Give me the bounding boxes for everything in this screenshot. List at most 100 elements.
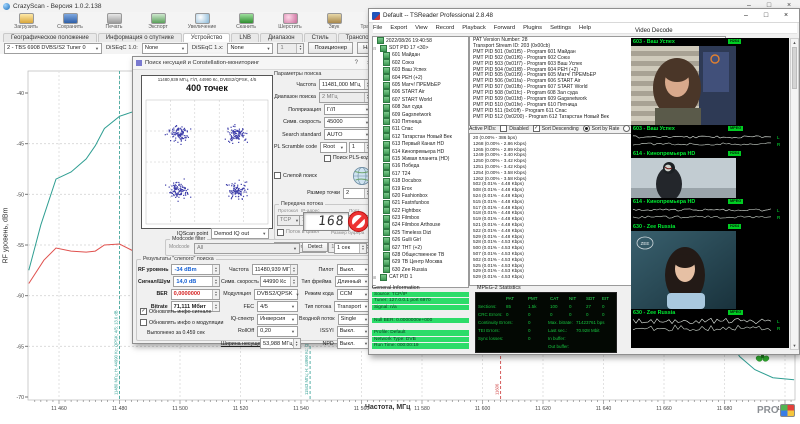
- menu-playback[interactable]: Playback: [462, 25, 486, 31]
- tree-item[interactable]: 623 Filmbox: [373, 214, 468, 221]
- expand-icon[interactable]: ⊟: [373, 46, 378, 51]
- detect-button[interactable]: Detect: [302, 242, 328, 252]
- tsreader-window: Default -- TSReader Professional 2.8.48 …: [368, 8, 800, 355]
- param-частота[interactable]: 11481,000 МГц▲▼: [319, 79, 372, 90]
- result-value[interactable]: 0,20▼: [257, 326, 298, 337]
- result-value[interactable]: Инверсия▼: [257, 314, 298, 325]
- minimize-icon[interactable]: –: [741, 12, 751, 19]
- stop-button[interactable]: [348, 211, 369, 232]
- tree-item[interactable]: 612 Татарстан Новый Век: [373, 133, 468, 140]
- video-pane-scrollbar[interactable]: ▲ ▼: [790, 38, 799, 350]
- menu-file[interactable]: File: [373, 25, 382, 31]
- tree-item[interactable]: 2022/08/26 19:40:58: [373, 37, 468, 44]
- tree-item[interactable]: 629 ТВ Центр Москва: [373, 259, 468, 266]
- video-thumbnail[interactable]: ZEE: [631, 231, 736, 309]
- tree-item[interactable]: 628 Общественное ТВ: [373, 251, 468, 258]
- stream-icon: [383, 163, 390, 170]
- update-signal-checkbox[interactable]: ✓Обновлять инфо сигнале: [140, 308, 211, 315]
- result-value[interactable]: Single▼: [338, 314, 371, 325]
- tree-item[interactable]: 622 Fightbox: [373, 207, 468, 214]
- audio-channel-label: 630 - Zee RussiaMPEG: [631, 309, 789, 317]
- tree-item[interactable]: ⊞CAT PID 1: [373, 274, 468, 281]
- menu-help[interactable]: Help: [579, 25, 591, 31]
- pl-scramble-select[interactable]: Root▼: [320, 142, 347, 153]
- menu-plugins[interactable]: Plugins: [523, 25, 542, 31]
- result-value[interactable]: DVBS2/QPSK▼: [254, 289, 298, 300]
- disabled-checkbox[interactable]: Disabled: [500, 125, 528, 132]
- blind-search-checkbox[interactable]: Слепой поиск: [274, 172, 317, 179]
- result-value[interactable]: 4/5▼: [257, 301, 298, 312]
- sort-by-rate-radio[interactable]: Sort by Rate: [583, 125, 620, 132]
- tree-item[interactable]: 605 Матч! ПРЕМЬЕР: [373, 81, 468, 88]
- tree-item[interactable]: 617 Т24: [373, 170, 468, 177]
- result-value[interactable]: Выкл.▼: [337, 264, 371, 275]
- tree-item[interactable]: 620 Fashionbox: [373, 192, 468, 199]
- scrollbar-thumb[interactable]: [792, 47, 797, 89]
- pls-search-checkbox[interactable]: Поиск PLS-кода: [324, 155, 372, 162]
- tree-item[interactable]: 606 START Air: [373, 89, 468, 96]
- tree-item[interactable]: ⊟SDT PID 17 <30>: [373, 44, 468, 51]
- result-value[interactable]: -34 dBm▲▼: [171, 264, 220, 275]
- tree-item[interactable]: 619 Erox: [373, 185, 468, 192]
- tree-item[interactable]: 627 ТНТ (+2): [373, 244, 468, 251]
- tree-item[interactable]: 625 Timeless Dizi: [373, 229, 468, 236]
- tree-item[interactable]: 602 Союз: [373, 59, 468, 66]
- result-value[interactable]: Длинный▼: [335, 276, 371, 287]
- stream-icon: [383, 155, 390, 162]
- stream-icon: [383, 200, 390, 207]
- tree-item[interactable]: 604 РЕН (+2): [373, 74, 468, 81]
- close-icon[interactable]: ×: [781, 12, 791, 19]
- result-value[interactable]: Transport▼: [334, 301, 371, 312]
- menu-record[interactable]: Record: [436, 25, 455, 31]
- result-value[interactable]: 44990 Кс▲▼: [260, 276, 298, 287]
- tree-item[interactable]: 608 Зал суда: [373, 104, 468, 111]
- mpeg2-stats-panel: PATPMTCATNITSDTEITSections:851.5k1000270…: [475, 292, 617, 353]
- tsreader-window-controls[interactable]: – □ ×: [741, 12, 791, 19]
- stream-icon: [383, 207, 390, 214]
- tree-item[interactable]: 607 START World: [373, 96, 468, 103]
- pro-tv-icon: [780, 404, 795, 417]
- menu-view[interactable]: View: [415, 25, 427, 31]
- stream-icon: [383, 259, 390, 266]
- menu-settings[interactable]: Settings: [550, 25, 571, 31]
- result-value[interactable]: Выкл.▼: [337, 326, 371, 337]
- pro-logo: PRO: [757, 404, 795, 417]
- result-value[interactable]: 0,0000000▲▼: [171, 289, 220, 300]
- tree-item[interactable]: 621 Fastnfunbox: [373, 200, 468, 207]
- result-value[interactable]: 14,0 dB▲▼: [173, 276, 220, 287]
- param-симв-скорость[interactable]: 45000▼: [324, 117, 372, 128]
- modcode-select[interactable]: All▼: [194, 243, 300, 254]
- result-value[interactable]: 11480,939 МГ▲▼: [252, 264, 298, 275]
- tree-item[interactable]: 615 Живая планета (HD): [373, 155, 468, 162]
- tree-item[interactable]: 611 Спас: [373, 126, 468, 133]
- tree-item[interactable]: 630 Zee Russia: [373, 266, 468, 273]
- expand-icon[interactable]: ⊞: [373, 275, 378, 280]
- update-modulation-checkbox[interactable]: Обновлять инфо о модуляции: [140, 319, 223, 326]
- tree-item[interactable]: 626 Gulli Girl: [373, 237, 468, 244]
- tree-item[interactable]: 603 Ваш Успех: [373, 67, 468, 74]
- result-value[interactable]: Выкл.▼: [337, 338, 371, 349]
- maximize-icon[interactable]: □: [761, 12, 771, 19]
- tree-item[interactable]: 609 Gagsnetwork: [373, 111, 468, 118]
- tree-item[interactable]: 614 Кинопремьера HD: [373, 148, 468, 155]
- result-value[interactable]: 53,988 МГц▲▼: [260, 338, 301, 349]
- tree-item[interactable]: 618 Docubox: [373, 177, 468, 184]
- iqscan-select[interactable]: Demod IQ out▼: [211, 228, 269, 239]
- param-диапазон-поиска[interactable]: 2 МГц▲▼: [319, 92, 372, 103]
- tree-item[interactable]: 601 Майдан: [373, 52, 468, 59]
- tree-item[interactable]: 613 Первый Канал HD: [373, 140, 468, 147]
- param-search-standard[interactable]: AUTO▼: [324, 129, 372, 140]
- video-thumbnail[interactable]: [631, 46, 736, 125]
- param-поляризация[interactable]: Г/Л▼: [324, 104, 372, 115]
- detect-period-spinner[interactable]: 1 сек▲▼: [334, 243, 367, 254]
- svg-text:11480 МГц; Н; 44990 Кс; QPSK;: 11480 МГц; Н; 44990 Кс; QPSK; 4/5; 13.6 …: [114, 310, 119, 395]
- menu-export[interactable]: Export: [390, 25, 407, 31]
- result-value[interactable]: CCM▼: [337, 289, 371, 300]
- sort-descending-checkbox[interactable]: ✓Sort Descending: [533, 125, 579, 132]
- menu-forward[interactable]: Forward: [494, 25, 515, 31]
- tree-item[interactable]: 616 Победа: [373, 163, 468, 170]
- tree-item[interactable]: 610 Пятница: [373, 118, 468, 125]
- help-button[interactable]: ?: [351, 60, 362, 66]
- tree-item[interactable]: 624 Filmbox Arthouse: [373, 222, 468, 229]
- video-thumbnail[interactable]: [631, 158, 736, 198]
